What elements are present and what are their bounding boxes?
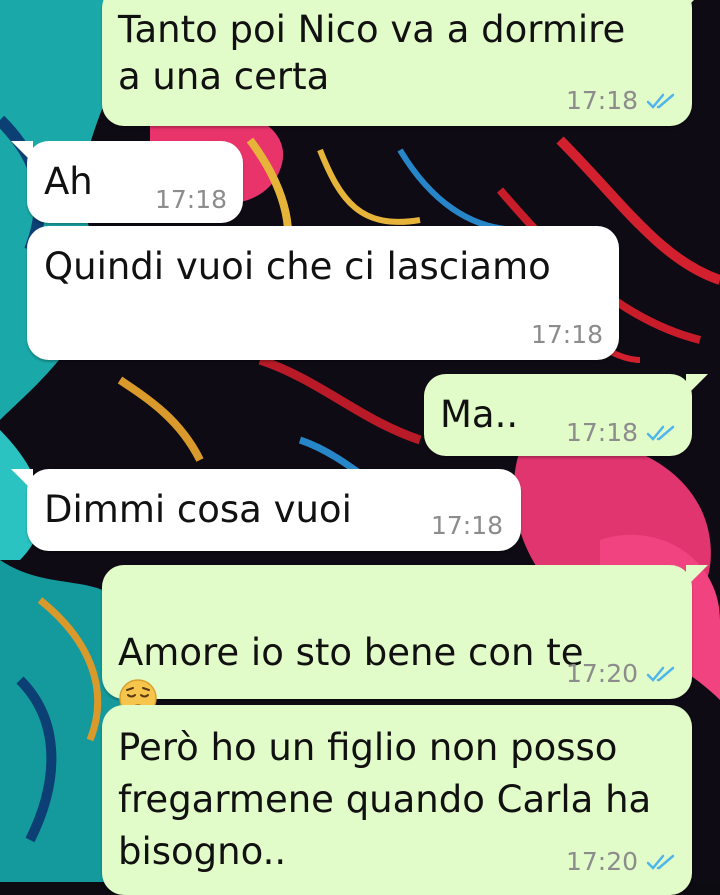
message-text: Dimmi cosa vuoi bbox=[44, 488, 352, 531]
message-meta: 17:18 bbox=[531, 320, 603, 349]
message-meta: 17:18 bbox=[566, 86, 678, 115]
message-meta: 17:18 bbox=[566, 418, 678, 447]
message-text: Quindi vuoi che ci lasciamo bbox=[44, 245, 551, 288]
message-bubble-incoming[interactable]: Dimmi cosa vuoi 17:18 bbox=[11, 469, 521, 551]
double-check-read-icon bbox=[646, 425, 675, 441]
message-bubble-outgoing[interactable]: Però ho un figlio non posso fregarmene q… bbox=[102, 705, 692, 895]
double-check-read-icon bbox=[646, 854, 675, 870]
message-time: 17:18 bbox=[565, 86, 638, 115]
message-meta: 17:18 bbox=[155, 185, 227, 214]
message-text-with-emoji: Amore io sto bene con te bbox=[118, 582, 583, 723]
double-check-read-icon bbox=[646, 93, 675, 109]
message-time: 17:20 bbox=[565, 659, 638, 688]
message-time: 17:18 bbox=[530, 320, 603, 349]
message-time: 17:18 bbox=[565, 418, 638, 447]
message-bubble-outgoing[interactable]: Ma.. 17:18 bbox=[424, 374, 708, 456]
message-meta: 17:18 bbox=[431, 511, 503, 540]
message-bubble-outgoing[interactable]: Tanto poi Nico va a dormire a una certa … bbox=[102, 0, 708, 126]
message-time: 17:18 bbox=[430, 511, 503, 540]
message-text: Ah bbox=[44, 160, 93, 203]
message-bubble-incoming[interactable]: Ah 17:18 bbox=[11, 141, 243, 223]
message-text: Tanto poi Nico va a dormire a una certa bbox=[118, 8, 626, 98]
message-meta: 17:20 bbox=[566, 847, 678, 876]
double-check-read-icon bbox=[646, 666, 675, 682]
chat-conversation: Tanto poi Nico va a dormire a una certa … bbox=[0, 0, 720, 895]
message-time: 17:20 bbox=[565, 847, 638, 876]
message-text: Ma.. bbox=[440, 393, 519, 436]
message-time: 17:18 bbox=[154, 185, 227, 214]
message-meta: 17:20 bbox=[566, 659, 678, 688]
message-bubble-outgoing[interactable]: Amore io sto bene con te 17:20 bbox=[102, 565, 708, 717]
message-bubble-incoming[interactable]: Quindi vuoi che ci lasciamo 17:18 bbox=[27, 226, 619, 360]
message-text: Amore io sto bene con te bbox=[118, 631, 584, 674]
